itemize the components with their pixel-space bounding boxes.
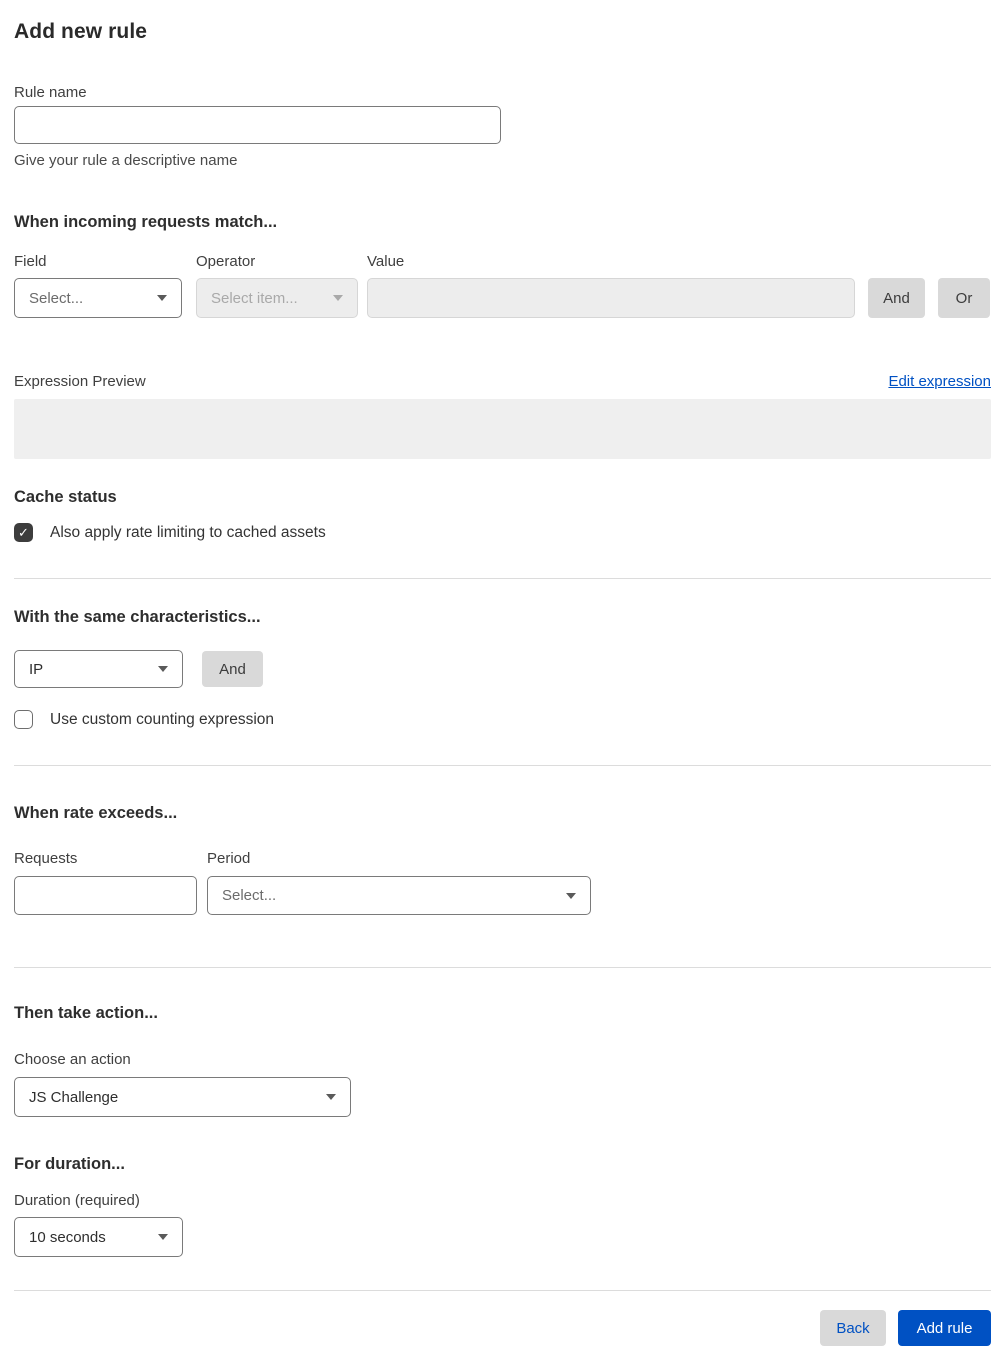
operator-select-value: Select item... (211, 289, 298, 307)
chevron-down-icon (326, 1094, 336, 1100)
duration-select[interactable]: 10 seconds (14, 1217, 183, 1257)
characteristics-row: IP And (14, 650, 991, 688)
rate-heading: When rate exceeds... (14, 804, 178, 822)
rule-name-input[interactable] (14, 106, 501, 144)
rate-controls-row: Select... (14, 876, 991, 915)
characteristic-and-button[interactable]: And (202, 651, 263, 687)
chevron-down-icon (158, 666, 168, 672)
period-label: Period (207, 850, 251, 867)
cached-assets-checkbox[interactable]: ✓ (14, 523, 33, 542)
value-input[interactable] (367, 278, 855, 318)
section-divider (14, 578, 991, 579)
value-label: Value (367, 253, 405, 270)
add-rule-form: Add new rule Rule name Give your rule a … (0, 0, 1002, 1346)
footer-actions: Back Add rule (14, 1310, 991, 1346)
chevron-down-icon (157, 295, 167, 301)
cache-checkbox-row: ✓ Also apply rate limiting to cached ass… (14, 523, 991, 542)
choose-action-label: Choose an action (14, 1051, 131, 1068)
requests-input[interactable] (14, 876, 197, 915)
duration-label: Duration (required) (14, 1192, 140, 1209)
match-section-heading: When incoming requests match... (14, 213, 278, 231)
requests-label: Requests (14, 850, 78, 867)
custom-counting-checkbox[interactable] (14, 710, 33, 729)
rule-name-helper-text: Give your rule a descriptive name (14, 152, 238, 169)
action-heading: Then take action... (14, 1004, 158, 1022)
and-button[interactable]: And (868, 278, 925, 318)
rate-labels-row: Requests Period (14, 850, 991, 868)
back-button[interactable]: Back (820, 1310, 886, 1346)
rule-name-label: Rule name (14, 84, 87, 101)
cache-status-heading: Cache status (14, 488, 117, 506)
add-rule-button[interactable]: Add rule (898, 1310, 991, 1346)
chevron-down-icon (158, 1234, 168, 1240)
custom-counting-row: Use custom counting expression (14, 710, 991, 729)
operator-select[interactable]: Select item... (196, 278, 358, 318)
cached-assets-checkbox-label: Also apply rate limiting to cached asset… (50, 523, 326, 541)
expression-preview-box (14, 399, 991, 459)
period-select-value: Select... (222, 887, 277, 904)
section-divider (14, 765, 991, 766)
chevron-down-icon (333, 295, 343, 301)
duration-heading: For duration... (14, 1155, 125, 1173)
edit-expression-link[interactable]: Edit expression (888, 373, 991, 390)
expression-preview-label: Expression Preview (14, 373, 146, 390)
field-select-value: Select... (29, 289, 84, 307)
period-select[interactable]: Select... (207, 876, 591, 915)
chevron-down-icon (566, 892, 576, 899)
duration-select-value: 10 seconds (29, 1228, 106, 1246)
action-select[interactable]: JS Challenge (14, 1077, 351, 1117)
expression-preview-header: Expression Preview Edit expression (14, 373, 991, 391)
match-controls-row: Select... Select item... And Or (14, 278, 991, 318)
check-icon: ✓ (18, 524, 29, 540)
characteristic-select[interactable]: IP (14, 650, 183, 688)
characteristic-select-value: IP (29, 660, 44, 678)
characteristics-heading: With the same characteristics... (14, 608, 261, 626)
or-button[interactable]: Or (938, 278, 990, 318)
field-label: Field (14, 253, 47, 270)
footer-divider (14, 1290, 991, 1291)
custom-counting-checkbox-label: Use custom counting expression (50, 710, 275, 728)
match-labels-row: Field Operator Value (14, 253, 991, 271)
action-select-value: JS Challenge (29, 1088, 119, 1106)
operator-label: Operator (196, 253, 256, 270)
field-select[interactable]: Select... (14, 278, 182, 318)
section-divider (14, 967, 991, 968)
page-title: Add new rule (14, 20, 148, 43)
